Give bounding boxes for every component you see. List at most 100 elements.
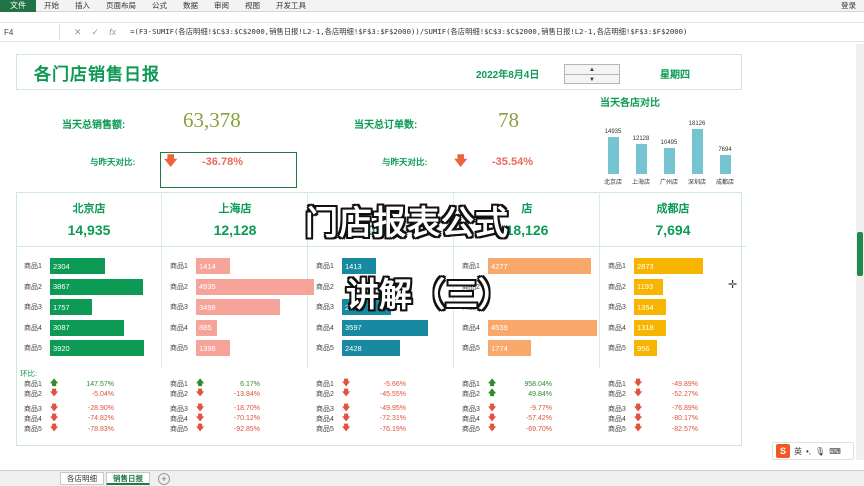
product-bar: 3867 (50, 278, 143, 295)
date-spinner[interactable]: ▲ ▼ (564, 64, 620, 84)
product-bar: 1757 (50, 299, 93, 315)
product-label: 商品3 (462, 405, 480, 413)
keyboard-icon[interactable]: ⌨ (829, 447, 841, 456)
product-row: 商品5 2428 (316, 340, 401, 356)
tab-formulas[interactable]: 公式 (144, 0, 175, 11)
ime-lang[interactable]: 英 (794, 446, 802, 457)
product-label: 商品1 (316, 381, 334, 388)
arrow-down-icon: 🡇 (634, 388, 643, 398)
product-label: 商品4 (24, 324, 42, 332)
product-label: 商品1 (170, 263, 188, 270)
product-bar: 2428 (342, 340, 401, 356)
mini-chart-bar (692, 128, 703, 174)
store-name: 上海店 (218, 203, 252, 215)
mini-chart-value: 18126 (688, 120, 706, 127)
huanbi-row: 商品4 🡇 -70.12% (170, 413, 260, 424)
divider (600, 246, 746, 247)
fx-icon[interactable]: fx (109, 27, 116, 38)
add-sheet-icon[interactable]: + (158, 472, 170, 485)
huanbi-value: -13.84% (233, 390, 260, 398)
product-label: 商品1 (24, 263, 42, 270)
product-row: 商品4 4539 (462, 319, 597, 336)
video-title-overlay: 门店报表公式 (305, 204, 509, 241)
arrow-down-icon: 🡇 (488, 423, 497, 433)
product-row: 商品4 3597 (316, 319, 429, 336)
name-box[interactable]: F4 (0, 24, 60, 40)
product-label: 商品5 (462, 345, 480, 352)
sheet-tab-detail[interactable]: 各店明细 (60, 472, 104, 485)
divider (162, 246, 308, 247)
formula-input[interactable]: =(F3-SUMIF(各店明细!$C$3:$C$2000,销售日报!L2-1,各… (130, 27, 687, 37)
tab-view[interactable]: 视图 (237, 0, 268, 11)
product-bar: 4539 (488, 319, 597, 336)
arrow-down-icon: 🡇 (342, 423, 351, 433)
product-bar: 1318 (634, 319, 666, 336)
tab-page-layout[interactable]: 页面布局 (98, 0, 144, 11)
product-label: 商品2 (24, 283, 42, 291)
tab-developer[interactable]: 开发工具 (268, 0, 314, 11)
product-label: 商品5 (608, 426, 626, 434)
spinner-down-icon[interactable]: ▼ (565, 75, 619, 85)
mini-chart-title: 当天各店对比 (600, 98, 660, 109)
product-row: 商品5 3920 (24, 340, 145, 356)
huanbi-row: 商品2 🡇 -45.55% (316, 388, 406, 399)
product-label: 商品1 (462, 381, 480, 388)
product-bar: 885 (196, 319, 218, 336)
mini-chart-value: 12128 (632, 135, 650, 142)
product-bar: 1193 (634, 278, 663, 295)
huanbi-value: -76.19% (379, 425, 406, 433)
huanbi-value: -18.70% (233, 405, 260, 413)
cancel-icon[interactable]: ✕ (74, 27, 82, 38)
ime-punct-icon[interactable]: •, (806, 447, 811, 456)
selected-cell[interactable] (160, 152, 297, 188)
arrow-down-icon: 🡇 (634, 423, 643, 433)
microphone-icon[interactable]: 🎙 (815, 447, 825, 456)
product-label: 商品2 (170, 391, 188, 399)
product-label: 商品4 (462, 415, 480, 423)
huanbi-value: -80.17% (671, 415, 698, 423)
product-label: 商品5 (24, 426, 42, 434)
sheet-tab-daily[interactable]: 销售日报 (106, 472, 150, 485)
product-row: 商品3 3498 (170, 299, 280, 315)
tab-insert[interactable]: 插入 (67, 0, 98, 11)
huanbi-row: 商品2 🡇 -5.04% (24, 388, 114, 399)
ime-toolbar[interactable]: S 英 •, 🎙 ⌨ (772, 442, 854, 460)
huanbi-value: -28.90% (87, 405, 114, 413)
huanbi-value: 6.17% (240, 380, 260, 388)
tab-data[interactable]: 数据 (175, 0, 206, 11)
huanbi-value: -49.95% (379, 405, 406, 413)
huanbi-title: 环比: (20, 369, 38, 378)
tab-file[interactable]: 文件 (0, 0, 36, 12)
huanbi-row: 商品1 🡇 -5.66% (316, 378, 406, 389)
huanbi-value: -76.89% (671, 405, 698, 413)
huanbi-row: 商品3 🡇 -49.95% (316, 403, 406, 414)
login-link[interactable]: 登录 (841, 0, 856, 11)
product-row: 商品4 885 (170, 319, 218, 336)
product-label: 商品1 (170, 381, 188, 388)
huanbi-row: 商品1 🡅 6.17% (170, 378, 260, 389)
tab-review[interactable]: 审阅 (206, 0, 237, 11)
arrow-down-icon: 🡇 (196, 388, 205, 398)
store-name: 成都店 (656, 203, 690, 215)
product-row: 商品2 1193 (608, 278, 663, 295)
product-row: 商品5 1396 (170, 340, 230, 356)
huanbi-row: 商品1 🡅 147.57% (24, 378, 114, 389)
vertical-scrollbar[interactable] (856, 44, 864, 460)
huanbi-value: 958.04% (524, 380, 552, 388)
huanbi-row: 商品3 🡇 -9.77% (462, 403, 552, 414)
product-row: 商品4 3087 (24, 319, 125, 336)
worksheet: 各门店销售日报 2022年8月4日 ▲ ▼ 星期四 当天总销售额: 63,378… (8, 46, 854, 466)
product-row: 商品2 4935 (170, 278, 315, 295)
divider (308, 246, 454, 247)
mini-chart-bar (664, 147, 675, 174)
product-label: 商品2 (608, 283, 626, 291)
page-title: 各门店销售日报 (34, 65, 160, 84)
product-label: 商品4 (316, 415, 334, 423)
product-row: 商品1 2873 (608, 258, 703, 274)
spinner-up-icon[interactable]: ▲ (565, 65, 619, 75)
scrollbar-thumb[interactable] (857, 232, 863, 276)
product-label: 商品1 (316, 263, 334, 270)
confirm-icon[interactable]: ✓ (92, 27, 100, 38)
tab-home[interactable]: 开始 (36, 0, 67, 11)
mini-chart-bar (720, 154, 731, 174)
